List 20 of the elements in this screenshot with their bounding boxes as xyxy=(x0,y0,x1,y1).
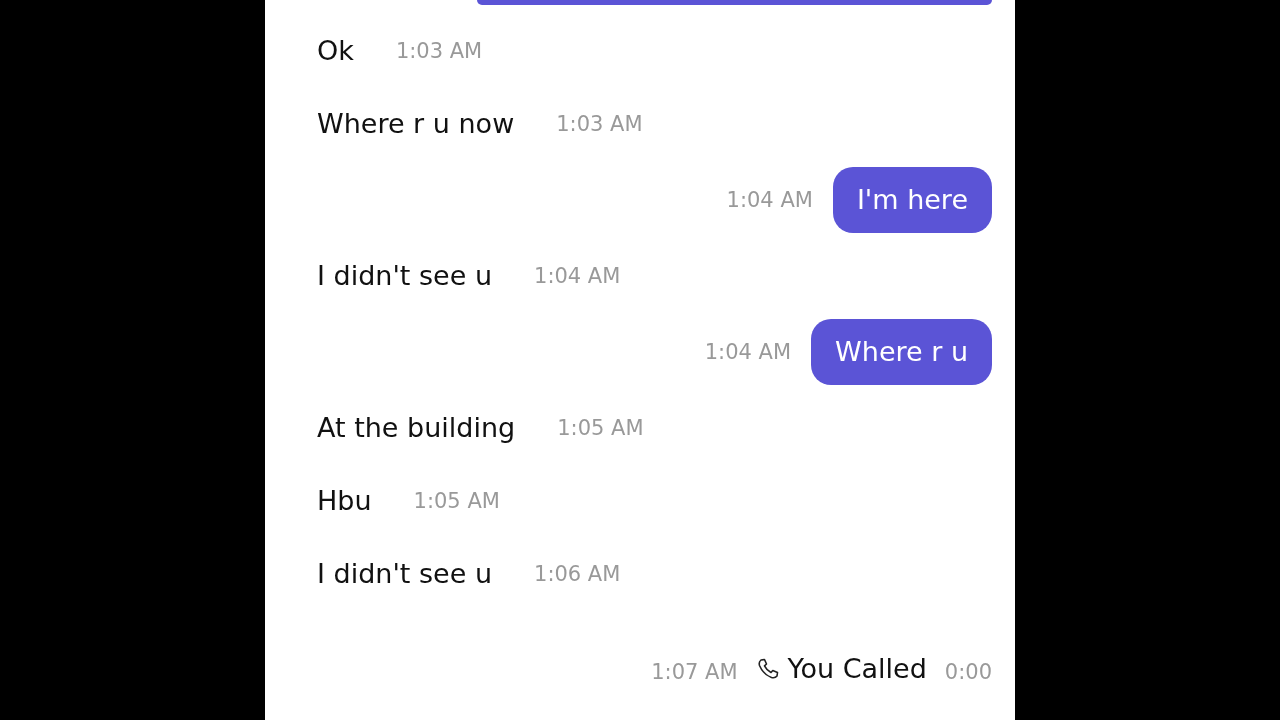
call-label: You Called xyxy=(787,653,927,684)
message-text: Hbu xyxy=(317,485,372,516)
timestamp: 1:04 AM xyxy=(726,187,813,212)
message-text: Ok xyxy=(317,35,354,66)
timestamp: 1:05 AM xyxy=(413,488,500,513)
message-text: I didn't see u xyxy=(317,558,492,589)
timestamp: 1:07 AM xyxy=(651,660,738,684)
message-bubble: Where r u xyxy=(811,318,992,385)
timestamp: 1:06 AM xyxy=(534,561,621,586)
timestamp: 1:04 AM xyxy=(704,339,792,364)
message-text: I didn't see u xyxy=(317,260,492,291)
message-text: Where r u now xyxy=(317,108,515,139)
timestamp: 1:04 AM xyxy=(534,263,621,288)
timestamp: 1:05 AM xyxy=(557,415,644,440)
phone-icon xyxy=(755,656,780,681)
call-duration: 0:00 xyxy=(944,660,992,684)
timestamp: 1:03 AM xyxy=(395,38,483,63)
message-bubble: I'm here xyxy=(832,166,992,233)
message-text: At the building xyxy=(317,412,516,443)
timestamp: 1:03 AM xyxy=(556,111,643,136)
